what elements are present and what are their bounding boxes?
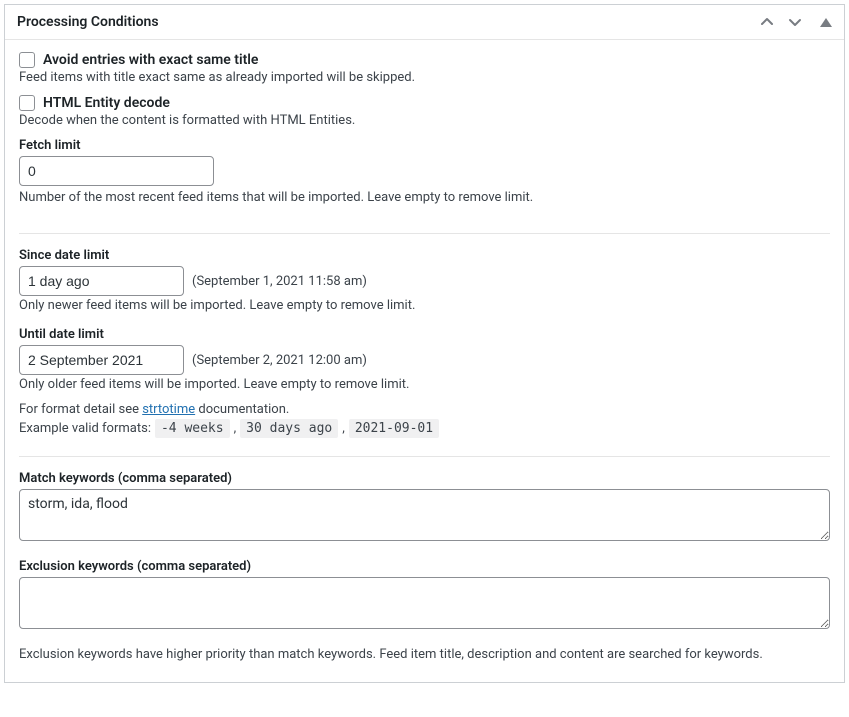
strtotime-link[interactable]: strtotime [142, 402, 195, 417]
collapse-toggle-icon[interactable] [820, 18, 832, 27]
divider [19, 456, 830, 457]
format-examples: Example valid formats: -4 weeks , 30 day… [19, 419, 830, 438]
avoid-same-title-section: Avoid entries with exact same title Feed… [19, 52, 830, 227]
avoid-same-title-desc: Feed items with title exact same as alre… [19, 70, 830, 85]
sep: , [342, 421, 345, 436]
date-limits-section: Since date limit (September 1, 2021 11:5… [19, 248, 830, 450]
processing-conditions-panel: Processing Conditions Avoid entries with… [4, 4, 845, 683]
panel-body: Avoid entries with exact same title Feed… [5, 40, 844, 682]
examples-label: Example valid formats: [19, 421, 151, 436]
fetch-limit-desc: Number of the most recent feed items tha… [19, 190, 830, 205]
panel-title: Processing Conditions [17, 14, 758, 30]
example-chip: 30 days ago [240, 419, 338, 438]
until-date-label: Until date limit [19, 327, 830, 342]
match-keywords-input[interactable] [19, 489, 830, 541]
match-keywords-label: Match keywords (comma separated) [19, 471, 830, 486]
entity-decode-desc: Decode when the content is formatted wit… [19, 113, 830, 128]
until-date-resolved: (September 2, 2021 12:00 am) [192, 353, 367, 368]
panel-header: Processing Conditions [5, 5, 844, 40]
divider [19, 233, 830, 234]
format-prefix: For format detail see [19, 402, 142, 417]
keywords-footer-note: Exclusion keywords have higher priority … [19, 647, 830, 662]
since-date-input[interactable] [19, 266, 184, 296]
example-chip: 2021-09-01 [349, 419, 439, 438]
example-chip: -4 weeks [155, 419, 230, 438]
format-suffix: documentation. [195, 402, 289, 417]
until-date-input[interactable] [19, 345, 184, 375]
since-date-resolved: (September 1, 2021 11:58 am) [192, 274, 367, 289]
fetch-limit-input[interactable] [19, 156, 214, 186]
until-date-desc: Only older feed items will be imported. … [19, 377, 830, 392]
keywords-section: Match keywords (comma separated) Exclusi… [19, 471, 830, 666]
move-down-icon[interactable] [786, 13, 804, 31]
format-note: For format detail see strtotime document… [19, 402, 830, 417]
exclusion-keywords-label: Exclusion keywords (comma separated) [19, 559, 830, 574]
sep: , [234, 421, 237, 436]
move-up-icon[interactable] [758, 13, 776, 31]
entity-decode-label: HTML Entity decode [43, 95, 170, 111]
avoid-same-title-label: Avoid entries with exact same title [43, 52, 258, 68]
entity-decode-checkbox[interactable] [19, 95, 35, 111]
exclusion-keywords-input[interactable] [19, 577, 830, 629]
fetch-limit-label: Fetch limit [19, 138, 830, 153]
since-date-label: Since date limit [19, 248, 830, 263]
avoid-same-title-checkbox[interactable] [19, 52, 35, 68]
since-date-desc: Only newer feed items will be imported. … [19, 298, 830, 313]
